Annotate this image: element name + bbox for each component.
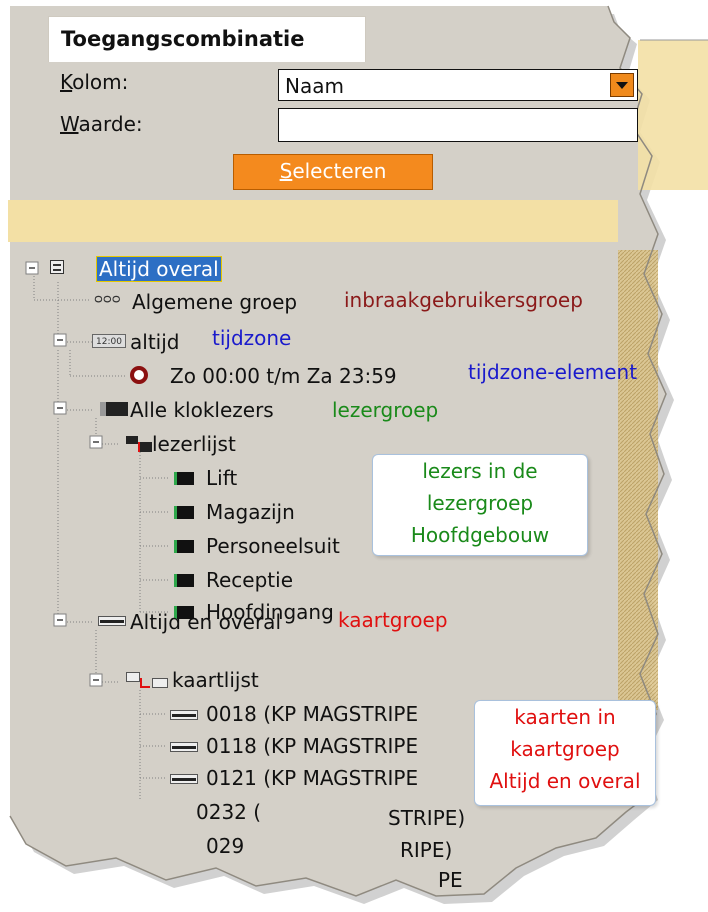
cards-callout-line: Altijd en overal <box>489 769 641 793</box>
tree-card-group-label[interactable]: Altijd en overal <box>130 610 281 634</box>
annotation-timezone: tijdzone <box>212 326 292 350</box>
cards-callout-line: kaarten in <box>514 705 616 729</box>
dropdown-arrow-icon[interactable] <box>610 73 634 97</box>
cards-callout: kaarten in kaartgroep Altijd en overal <box>474 700 656 806</box>
header-band <box>8 200 618 242</box>
tree-card-list-label[interactable]: kaartlijst <box>172 668 259 692</box>
clock-icon <box>130 366 148 384</box>
root-icon <box>50 260 64 274</box>
card-icon <box>170 774 198 784</box>
annotation-timezone-element: tijdzone-element <box>468 360 638 384</box>
tree-reader-list-label[interactable]: lezerlijst <box>152 432 236 456</box>
timezone-icon: 12:00 <box>92 334 126 348</box>
readers-callout-line: lezers in de <box>422 459 538 483</box>
kolom-select-value: Naam <box>285 74 344 98</box>
annotation-card-group: kaartgroep <box>338 608 448 632</box>
tree-root-label[interactable]: Altijd overal <box>96 256 222 282</box>
reader-icon <box>174 574 194 587</box>
tab-toegangscombinatie[interactable]: Toegangscombinatie <box>48 16 366 62</box>
readers-callout-line: Hoofdgebouw <box>410 523 550 547</box>
tree-card-item[interactable]: PE <box>438 868 463 892</box>
reader-icon <box>174 472 194 485</box>
tree-reader-item[interactable]: Receptie <box>206 568 293 592</box>
annotation-reader-group: lezergroep <box>332 398 439 422</box>
tree-card-item[interactable]: RIPE) <box>400 838 452 862</box>
reader-icon <box>174 506 194 519</box>
reader-group-icon <box>100 402 128 416</box>
tree-card-item[interactable]: 029 <box>206 834 244 858</box>
tree-card-item[interactable]: 0232 ( <box>196 800 261 824</box>
tree-card-item[interactable]: STRIPE) <box>388 806 465 830</box>
group-icon: ᴑᴑᴑ <box>94 292 121 307</box>
card-icon <box>170 710 198 720</box>
tree-reader-item[interactable]: Lift <box>206 466 237 490</box>
cards-callout-line: kaartgroep <box>510 737 620 761</box>
card-list-icon <box>126 670 170 688</box>
screenshot-panel: Toegangscombinatie Kolom: Naam Waarde: S… <box>0 0 708 912</box>
readers-callout: lezers in de lezergroep Hoofdgebouw <box>372 454 588 556</box>
tree-card-item[interactable]: 0121 (KP MAGSTRIPE <box>206 766 418 790</box>
card-icon <box>170 742 198 752</box>
readers-callout-line: lezergroep <box>426 491 534 515</box>
waarde-input[interactable] <box>278 108 638 142</box>
reader-list-icon <box>126 434 152 452</box>
annotation-group: inbraakgebruikersgroep <box>344 288 583 312</box>
reader-icon <box>174 540 194 553</box>
tab-title: Toegangscombinatie <box>61 27 305 51</box>
tree-reader-item[interactable]: Personeelsuit <box>206 534 340 558</box>
waarde-label: Waarde: <box>60 112 143 136</box>
kolom-select[interactable]: Naam <box>278 69 638 101</box>
selecteren-button[interactable]: Selecteren <box>233 154 433 190</box>
tree-group-label[interactable]: Algemene groep <box>132 290 297 314</box>
kolom-label: Kolom: <box>60 70 129 94</box>
tree-reader-group-label[interactable]: Alle kloklezers <box>130 398 274 422</box>
tree-reader-item[interactable]: Magazijn <box>206 500 295 524</box>
card-group-icon <box>98 616 126 626</box>
tree-card-item[interactable]: 0118 (KP MAGSTRIPE <box>206 734 418 758</box>
tree-card-item[interactable]: 0018 (KP MAGSTRIPE <box>206 702 418 726</box>
tree-timezone-label[interactable]: altijd <box>130 330 179 354</box>
tree-timezone-element-label[interactable]: Zo 00:00 t/m Za 23:59 <box>170 364 397 388</box>
